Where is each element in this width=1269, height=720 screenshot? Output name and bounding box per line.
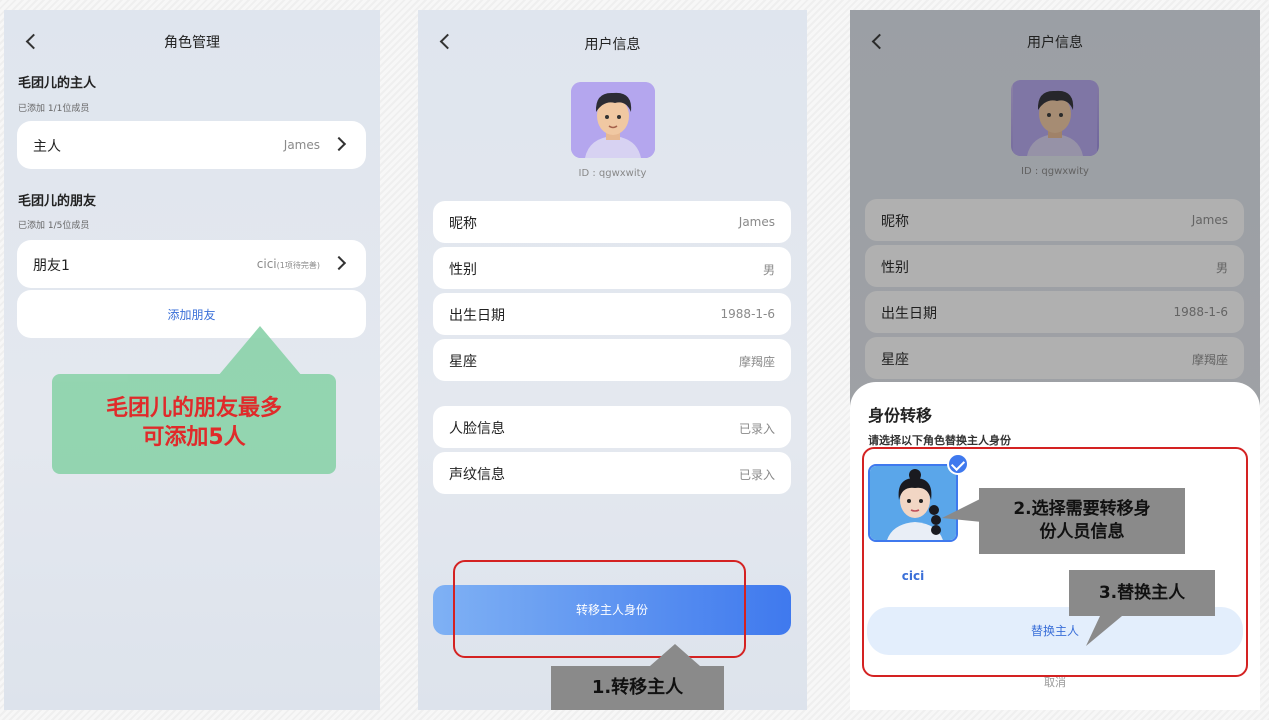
user-info-screen: 用户信息 ID : qgwxwity 昵称 James 性别 男 出生日期 1988-… <box>418 10 807 710</box>
friend-row-value: cici(1项待完善) <box>257 257 320 271</box>
highlight-box <box>453 560 746 658</box>
owner-row-value: James <box>283 138 320 152</box>
highlight-box <box>862 447 1248 677</box>
page-title: 角色管理 <box>164 35 220 51</box>
field-value: 摩羯座 <box>738 355 775 369</box>
field-nickname[interactable]: 昵称 James <box>433 201 791 243</box>
identity-transfer-screen: 用户信息 ID : qgwxwity 昵称 James 性别男 出生日期 1988-… <box>850 10 1260 710</box>
field-value: 已录入 <box>738 422 775 436</box>
page-title: 用户信息 <box>584 37 641 53</box>
friend-note: (1项待完善) <box>276 261 320 270</box>
add-friend-button[interactable]: 添加朋友 <box>17 290 366 338</box>
owner-section-title: 毛团儿的主人 <box>18 76 97 91</box>
nav-bar: 角色管理 <box>4 30 380 54</box>
field-label: 星座 <box>449 354 477 370</box>
field-zodiac[interactable]: 星座 摩羯座 <box>433 339 791 381</box>
field-value: 已录入 <box>738 468 775 482</box>
field-gender[interactable]: 性别 男 <box>433 247 791 289</box>
callout-pointer <box>650 644 700 666</box>
sheet-subtitle: 请选择以下角色替换主人身份 <box>868 434 1011 447</box>
annotation-line-2: 可添加5人 <box>142 425 246 450</box>
sheet-title: 身份转移 <box>868 406 933 425</box>
step2-line-1: 2.选择需要转移身 <box>1013 499 1151 519</box>
friend-row-label: 朋友1 <box>33 258 70 274</box>
nav-bar: 用户信息 <box>418 30 807 54</box>
friend-name: cici <box>256 257 277 271</box>
owner-count: 已添加 1/1位成员 <box>18 104 90 114</box>
field-face[interactable]: 人脸信息 已录入 <box>433 406 791 448</box>
field-label: 人脸信息 <box>449 421 505 437</box>
boy-avatar-icon <box>571 82 655 158</box>
field-value: James <box>738 215 775 229</box>
annotation-callout: 毛团儿的朋友最多 可添加5人 <box>52 326 336 474</box>
owner-row[interactable]: 主人 James <box>17 121 366 169</box>
biometric-fields: 人脸信息 已录入 声纹信息 已录入 <box>433 406 791 498</box>
step2-callout: 2.选择需要转移身 份人员信息 <box>979 488 1185 554</box>
friend-count: 已添加 1/5位成员 <box>18 221 90 231</box>
annotation-text: 毛团儿的朋友最多 可添加5人 <box>52 394 336 452</box>
step1-callout: 1.转移主人 <box>551 666 724 710</box>
friend-row[interactable]: 朋友1 cici(1项待完善) <box>17 240 366 288</box>
callout-pointer <box>1086 616 1122 646</box>
avatar[interactable] <box>571 82 655 158</box>
field-label: 昵称 <box>449 216 477 232</box>
field-label: 声纹信息 <box>449 467 505 483</box>
user-id: ID : qgwxwity <box>578 168 647 179</box>
field-voiceprint[interactable]: 声纹信息 已录入 <box>433 452 791 494</box>
annotation-line-1: 毛团儿的朋友最多 <box>105 396 282 421</box>
role-management-screen: 角色管理 毛团儿的主人 已添加 1/1位成员 主人 James 毛团儿的朋友 已… <box>4 10 380 710</box>
add-friend-label: 添加朋友 <box>167 308 216 322</box>
chevron-right-icon <box>331 255 347 271</box>
profile-fields: 昵称 James 性别 男 出生日期 1988-1-6 星座 摩羯座 <box>433 201 791 385</box>
field-value: 1988-1-6 <box>720 307 775 321</box>
field-value: 男 <box>762 263 775 277</box>
chevron-right-icon <box>331 136 347 152</box>
callout-pointer <box>942 498 982 522</box>
owner-row-label: 主人 <box>33 139 61 155</box>
friend-section-title: 毛团儿的朋友 <box>18 194 97 209</box>
field-label: 出生日期 <box>449 308 505 324</box>
step3-callout: 3.替换主人 <box>1069 570 1215 616</box>
step2-line-2: 份人员信息 <box>1039 522 1125 542</box>
field-birthday[interactable]: 出生日期 1988-1-6 <box>433 293 791 335</box>
field-label: 性别 <box>449 262 477 278</box>
